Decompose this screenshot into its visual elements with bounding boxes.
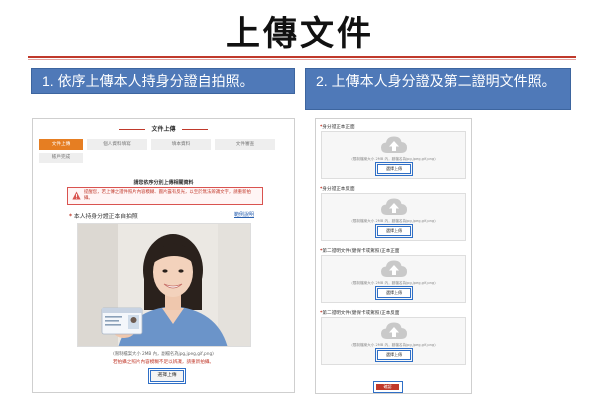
step-tab-personal-info[interactable]: 個人資料填寫: [87, 139, 147, 150]
id-back-dropzone[interactable]: (限制檔案大小 2MB 內，副檔名為jpg,jpeg,gif,png) 選擇上傳: [321, 193, 466, 241]
blurry-photo-note: 若拍攝之照片內容模糊不足以辨識，請重新拍攝。: [112, 360, 215, 365]
upload-subtitle: 請您依序分別上傳相關資料: [133, 180, 194, 186]
selfie-upload-screen: 文件上傳 文件上傳 個人資料填寫 填本資料 文件審查 帳戶完成 請您依序分別上傳…: [32, 118, 295, 393]
confirm-highlight: 確認: [373, 381, 403, 393]
id-front-format-note: (限制檔案大小 2MB 內，副檔名為jpg,jpeg,gif,png): [351, 157, 436, 161]
second-doc-front-label-text: 第二證明文件(健保卡或駕照)正本正面: [322, 249, 400, 254]
id-document-upload-screen: *身分證正本正面 (限制檔案大小 2MB 內，副檔名為jpg,jpeg,gif,…: [315, 118, 472, 394]
file-format-note: (限制檔案大小 2MB 內，副檔名為jpg,jpeg,gif,png): [113, 352, 214, 357]
selfie-example-photo: [77, 223, 251, 347]
warning-icon: [72, 191, 81, 200]
title-divider: [28, 56, 576, 58]
step-tab-upload[interactable]: 文件上傳: [39, 139, 83, 150]
second-doc-back-label: *第二證明文件(健保卡或駕照)正本反面: [320, 311, 400, 316]
warning-text: 提醒您，若上傳之證件照片內容模糊、圖片露有反光，以至於無法辨識文字，請重新拍攝。: [84, 190, 251, 201]
second-doc-back-upload-button[interactable]: 選擇上傳: [375, 348, 413, 362]
example-link[interactable]: 範例說明: [234, 211, 254, 218]
second-doc-back-format-note: (限制檔案大小 2MB 內，副檔名為jpg,jpeg,gif,png): [351, 343, 436, 347]
step-tab-complete[interactable]: 帳戶完成: [39, 153, 83, 163]
cloud-upload-icon: [381, 198, 407, 215]
page-title: 上傳文件: [226, 14, 374, 54]
id-front-dropzone[interactable]: (限制檔案大小 2MB 內，副檔名為jpg,jpeg,gif,png) 選擇上傳: [321, 131, 466, 179]
title-divider-shadow: [28, 59, 576, 60]
confirm-button[interactable]: 確認: [376, 384, 399, 390]
cloud-upload-icon: [381, 260, 407, 277]
selfie-field-label: * 本人持身分證正本自拍照: [69, 214, 138, 220]
step2-banner: 2. 上傳本人身分證及第二證明文件照。: [305, 68, 571, 110]
id-back-upload-button[interactable]: 選擇上傳: [375, 224, 413, 238]
step1-banner: 1. 依序上傳本人持身分證自拍照。: [31, 68, 295, 94]
selfie-field-label-text: 本人持身分證正本自拍照: [73, 214, 138, 220]
id-back-label-text: 身分證正本反面: [322, 187, 355, 192]
id-front-label: *身分證正本正面: [320, 125, 355, 130]
id-front-label-text: 身分證正本正面: [322, 125, 355, 130]
second-doc-back-dropzone[interactable]: (限制檔案大小 2MB 內，副檔名為jpg,jpeg,gif,png) 選擇上傳: [321, 317, 466, 365]
id-back-label: *身分證正本反面: [320, 187, 355, 192]
cloud-upload-icon: [381, 322, 407, 339]
upload-heading: 文件上傳: [33, 124, 294, 133]
select-upload-button[interactable]: 選擇上傳: [148, 368, 186, 384]
second-doc-front-dropzone[interactable]: (限制檔案大小 2MB 內，副檔名為jpg,jpeg,gif,png) 選擇上傳: [321, 255, 466, 303]
id-back-format-note: (限制檔案大小 2MB 內，副檔名為jpg,jpeg,gif,png): [351, 219, 436, 223]
cloud-upload-icon: [381, 136, 407, 153]
second-doc-back-label-text: 第二證明文件(健保卡或駕照)正本反面: [322, 311, 400, 316]
step-tab-fill-data[interactable]: 填本資料: [151, 139, 211, 150]
id-front-upload-button[interactable]: 選擇上傳: [375, 162, 413, 176]
second-doc-front-upload-button[interactable]: 選擇上傳: [375, 286, 413, 300]
warning-box: 提醒您，若上傳之證件照片內容模糊、圖片露有反光，以至於無法辨識文字，請重新拍攝。: [67, 187, 263, 205]
progress-steps: 文件上傳 個人資料填寫 填本資料 文件審查: [39, 139, 289, 151]
second-doc-front-format-note: (限制檔案大小 2MB 內，副檔名為jpg,jpeg,gif,png): [351, 281, 436, 285]
second-doc-front-label: *第二證明文件(健保卡或駕照)正本正面: [320, 249, 400, 254]
step-tab-review[interactable]: 文件審查: [215, 139, 275, 150]
